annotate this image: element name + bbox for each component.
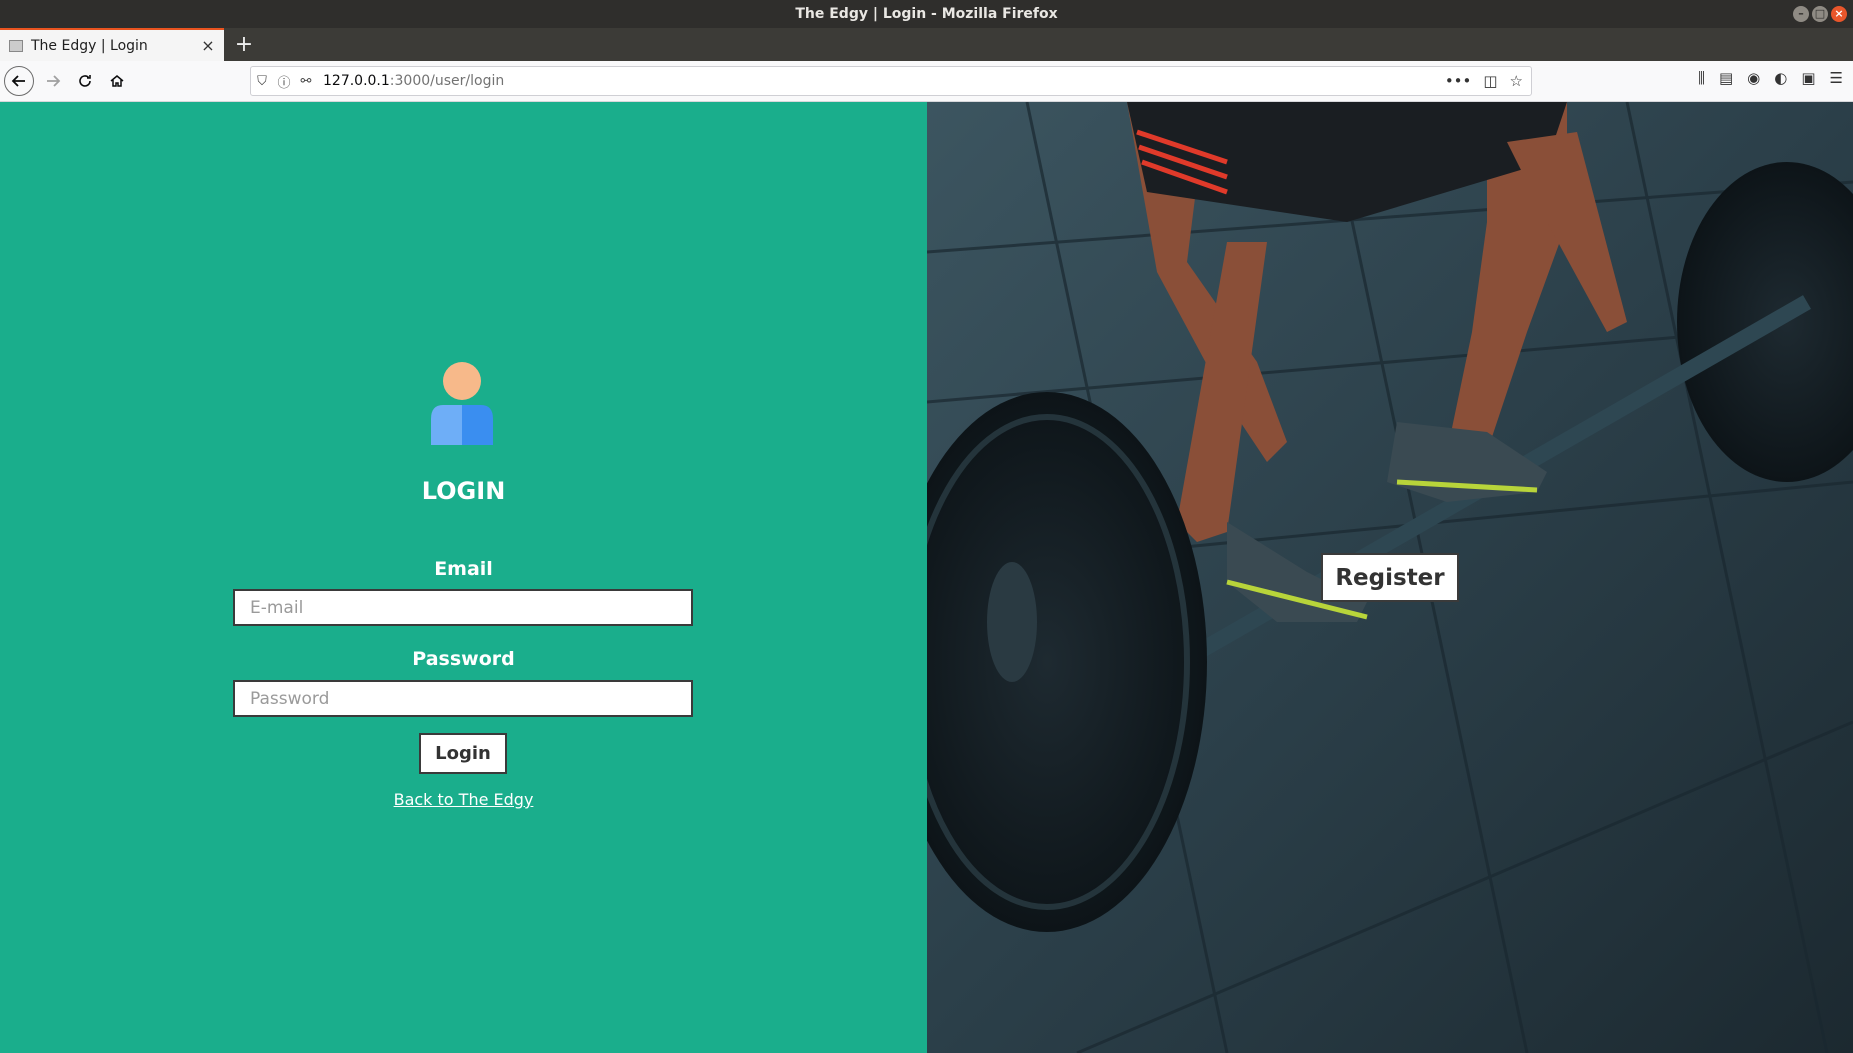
hero-image-panel: Register: [927, 102, 1853, 1053]
menu-icon[interactable]: ☰: [1830, 69, 1843, 87]
login-panel: LOGIN Email Password Login Back to The E…: [0, 102, 927, 1053]
new-tab-button[interactable]: +: [230, 29, 258, 59]
extension-icon[interactable]: ◐: [1774, 69, 1787, 87]
email-label: Email: [434, 558, 493, 580]
page-content: LOGIN Email Password Login Back to The E…: [0, 102, 1853, 1053]
back-to-home-link[interactable]: Back to The Edgy: [394, 790, 534, 809]
library-icon[interactable]: ⫼: [1698, 69, 1705, 87]
account-icon[interactable]: ◉: [1747, 69, 1760, 87]
email-input[interactable]: [233, 589, 693, 626]
home-icon: [110, 75, 124, 87]
url-bar[interactable]: ⛉ ⓘ ⚯ 127.0.0.1:3000/user/login ••• ◫ ☆: [250, 66, 1532, 96]
permissions-icon[interactable]: ⚯: [295, 74, 317, 89]
back-button[interactable]: [4, 66, 34, 96]
minimize-button[interactable]: –: [1793, 6, 1809, 22]
reload-button[interactable]: [70, 66, 100, 96]
login-heading: LOGIN: [421, 477, 506, 505]
url-actions: ••• ◫ ☆: [1445, 72, 1523, 90]
home-button[interactable]: [102, 66, 132, 96]
favicon-icon: [9, 39, 23, 52]
register-button[interactable]: Register: [1321, 553, 1459, 602]
bookmark-star-icon[interactable]: ☆: [1510, 72, 1523, 90]
page-actions-icon[interactable]: •••: [1445, 72, 1472, 90]
sidebar-icon[interactable]: ▤: [1719, 69, 1733, 87]
url-text[interactable]: 127.0.0.1:3000/user/login: [323, 73, 1445, 89]
close-tab-icon[interactable]: ×: [198, 36, 218, 55]
tab-strip: The Edgy | Login × +: [0, 28, 1853, 61]
window-title: The Edgy | Login - Mozilla Firefox: [795, 6, 1058, 22]
forward-button[interactable]: [38, 66, 68, 96]
tab-active[interactable]: The Edgy | Login ×: [0, 28, 224, 61]
back-link-container: Back to The Edgy: [0, 790, 927, 809]
password-input[interactable]: [233, 680, 693, 717]
toolbar-right: ⫼ ▤ ◉ ◐ ▣ ☰: [1698, 69, 1853, 87]
login-button[interactable]: Login: [419, 733, 507, 774]
reload-icon: [79, 75, 91, 87]
extension-2-icon[interactable]: ▣: [1801, 69, 1815, 87]
arrow-right-icon: [47, 75, 61, 87]
shield-icon[interactable]: ⛉: [251, 74, 273, 89]
site-info-icon[interactable]: ⓘ: [273, 72, 295, 91]
navigation-toolbar: ⛉ ⓘ ⚯ 127.0.0.1:3000/user/login ••• ◫ ☆ …: [0, 61, 1853, 102]
window-controls: – □ ×: [1793, 6, 1847, 22]
password-label: Password: [412, 648, 515, 670]
user-avatar-icon: [431, 362, 493, 445]
window-titlebar: The Edgy | Login - Mozilla Firefox – □ ×: [0, 0, 1853, 28]
tab-title: The Edgy | Login: [31, 37, 148, 54]
arrow-left-icon: [11, 75, 25, 87]
maximize-button[interactable]: □: [1812, 6, 1828, 22]
pocket-icon[interactable]: ◫: [1483, 72, 1497, 90]
close-window-button[interactable]: ×: [1831, 6, 1847, 22]
